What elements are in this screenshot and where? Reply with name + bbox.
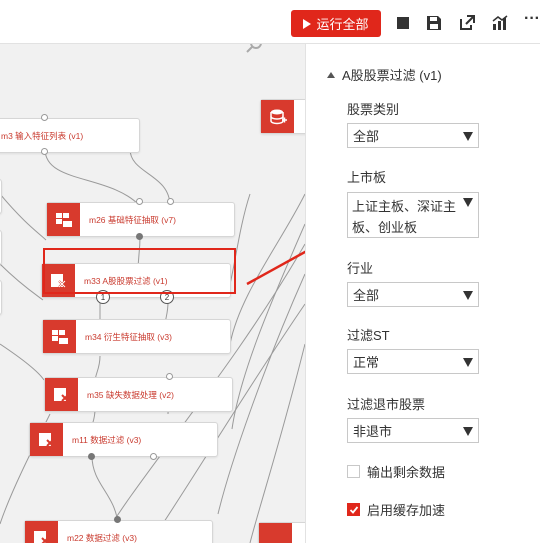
node-label: m22 数据过滤 (v3) bbox=[67, 532, 137, 543]
input-port[interactable] bbox=[136, 198, 143, 205]
output-remaining-checkbox[interactable]: 输出剩余数据 bbox=[347, 462, 445, 481]
output-port[interactable] bbox=[41, 148, 48, 155]
play-icon bbox=[303, 18, 312, 29]
save-icon[interactable] bbox=[425, 14, 443, 32]
stock-type-value: 全部 bbox=[353, 129, 380, 144]
filter-st-select[interactable]: 正常 bbox=[347, 349, 479, 374]
property-panel: A股股票过滤 (v1) 股票类别 全部 上市板 上证主板、深证主板、创业板 行业… bbox=[305, 44, 540, 543]
node-m11[interactable]: m11 数据过滤 (v3) bbox=[29, 422, 218, 457]
output-port[interactable] bbox=[136, 233, 143, 240]
panel-title[interactable]: A股股票过滤 (v1) bbox=[327, 65, 442, 84]
data-filter-icon bbox=[25, 521, 58, 543]
output-port[interactable] bbox=[88, 453, 95, 460]
input-port[interactable] bbox=[114, 516, 121, 523]
feature-extract-icon bbox=[47, 203, 80, 236]
node-label: m33 A股股票过滤 (v1) bbox=[84, 275, 168, 286]
industry-label: 行业 bbox=[347, 261, 374, 276]
node-m22[interactable]: m22 数据过滤 (v3) bbox=[24, 520, 213, 543]
partial-node-left-3[interactable] bbox=[0, 280, 2, 315]
node-m3[interactable]: m3 输入特征列表 (v1) bbox=[0, 118, 140, 153]
enable-cache-label: 启用缓存加速 bbox=[367, 503, 446, 518]
more-icon[interactable]: ··· bbox=[524, 10, 540, 28]
node-label: m26 基础特征抽取 (v7) bbox=[89, 214, 176, 225]
dropdown-arrow-icon bbox=[463, 198, 473, 207]
node-label: m35 缺失数据处理 (v2) bbox=[87, 389, 174, 400]
checkbox-box-checked[interactable] bbox=[347, 503, 360, 516]
node-m26[interactable]: m26 基础特征抽取 (v7) bbox=[46, 202, 235, 237]
market-board-select[interactable]: 上证主板、深证主板、创业板 bbox=[347, 192, 479, 238]
filter-delisted-select[interactable]: 非退市 bbox=[347, 418, 479, 443]
missing-data-icon bbox=[45, 378, 78, 411]
stock-filter-icon bbox=[42, 264, 75, 297]
partial-node-left-1[interactable] bbox=[0, 179, 2, 214]
industry-select[interactable]: 全部 bbox=[347, 282, 479, 307]
dropdown-arrow-icon bbox=[463, 132, 473, 141]
node-label: m11 数据过滤 (v3) bbox=[72, 434, 142, 445]
stock-type-label: 股票类别 bbox=[347, 102, 400, 117]
partial-node-right[interactable] bbox=[260, 99, 305, 134]
dropdown-arrow-icon bbox=[463, 358, 473, 367]
filter-delisted-value: 非退市 bbox=[353, 424, 393, 439]
data-filter-icon bbox=[30, 423, 63, 456]
app-window: 运行全部 ··· m3 输入特征列表 (v1) m26 基础特征抽取 (v7) … bbox=[0, 0, 540, 543]
workflow-canvas[interactable]: m3 输入特征列表 (v1) m26 基础特征抽取 (v7) m33 A股股票过… bbox=[0, 44, 305, 543]
node-m35[interactable]: m35 缺失数据处理 (v2) bbox=[44, 377, 233, 412]
partial-node-right-bottom[interactable] bbox=[258, 522, 305, 543]
run-all-button[interactable]: 运行全部 bbox=[291, 10, 381, 37]
derived-feature-icon bbox=[43, 320, 76, 353]
dropdown-arrow-icon bbox=[463, 291, 473, 300]
input-port[interactable] bbox=[41, 114, 48, 121]
industry-value: 全部 bbox=[353, 288, 380, 303]
input-port[interactable] bbox=[167, 198, 174, 205]
node-m34[interactable]: m34 衍生特征抽取 (v3) bbox=[42, 319, 231, 354]
market-board-value: 上证主板、深证主板、创业板 bbox=[352, 199, 457, 235]
database-icon bbox=[261, 100, 294, 133]
port-2[interactable]: 2 bbox=[160, 290, 174, 304]
checkbox-box[interactable] bbox=[347, 465, 360, 478]
enable-cache-checkbox[interactable]: 启用缓存加速 bbox=[347, 500, 445, 519]
stop-icon[interactable] bbox=[394, 14, 412, 32]
output-remaining-label: 输出剩余数据 bbox=[367, 465, 446, 480]
panel-title-text: A股股票过滤 (v1) bbox=[342, 68, 442, 83]
input-port[interactable] bbox=[166, 373, 173, 380]
chart-icon[interactable] bbox=[491, 14, 509, 32]
node-m33[interactable]: m33 A股股票过滤 (v1) bbox=[41, 263, 231, 298]
search-icon[interactable] bbox=[246, 44, 264, 56]
market-board-label: 上市板 bbox=[347, 170, 387, 185]
stock-type-select[interactable]: 全部 bbox=[347, 123, 479, 148]
node-label: m3 输入特征列表 (v1) bbox=[1, 130, 84, 141]
filter-st-label: 过滤ST bbox=[347, 328, 390, 343]
share-icon[interactable] bbox=[458, 14, 476, 32]
port-1[interactable]: 1 bbox=[96, 290, 110, 304]
collapse-icon[interactable] bbox=[327, 71, 335, 78]
node-label: m34 衍生特征抽取 (v3) bbox=[85, 331, 172, 342]
node-icon bbox=[259, 523, 292, 543]
partial-node-left-2[interactable] bbox=[0, 230, 2, 265]
check-icon bbox=[349, 505, 358, 514]
run-all-label: 运行全部 bbox=[316, 17, 369, 32]
dropdown-arrow-icon bbox=[463, 427, 473, 436]
filter-st-value: 正常 bbox=[353, 355, 380, 370]
toolbar: 运行全部 ··· bbox=[0, 0, 540, 44]
filter-delisted-label: 过滤退市股票 bbox=[347, 397, 426, 412]
output-port[interactable] bbox=[150, 453, 157, 460]
